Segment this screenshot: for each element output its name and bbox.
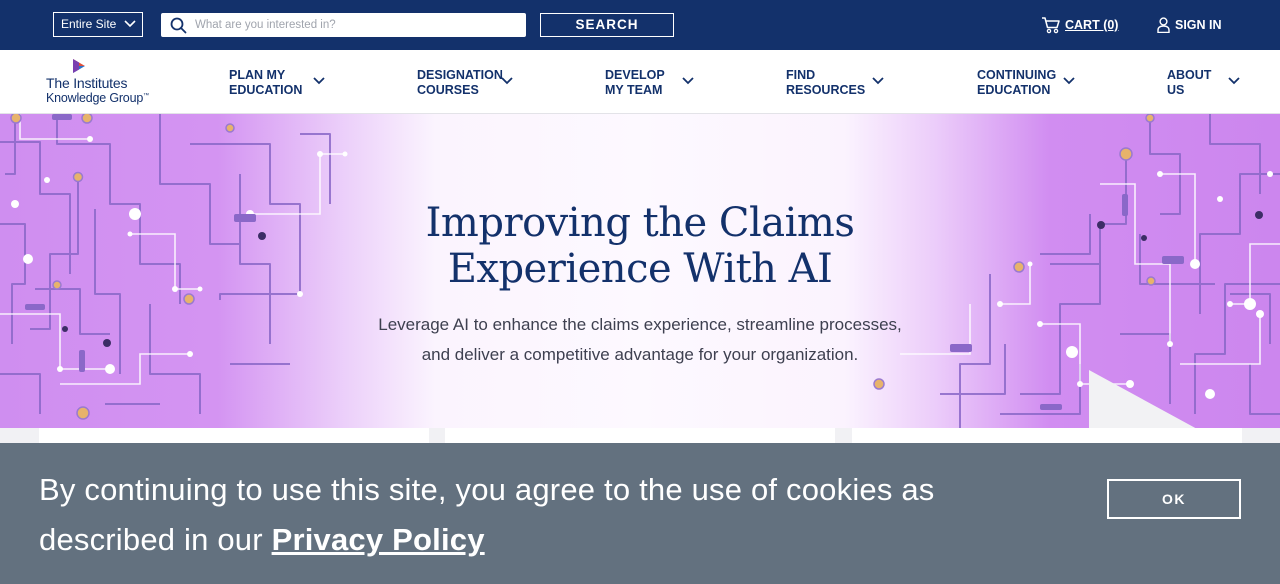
sign-in-link[interactable]: SIGN IN [1157, 15, 1222, 35]
logo-trademark: ™ [143, 92, 149, 99]
nav-find-resources[interactable]: FIND RESOURCES [786, 68, 884, 98]
chevron-down-icon [682, 77, 694, 85]
hero-banner: Improving the Claims Experience With AI … [0, 114, 1280, 428]
nav-label: PLAN MY EDUCATION [229, 68, 303, 97]
cookie-ok-button[interactable]: OK [1107, 479, 1241, 519]
search-icon[interactable] [170, 17, 187, 34]
cart-icon [1042, 17, 1060, 34]
chevron-down-icon [1228, 77, 1240, 85]
chevron-down-icon [313, 77, 325, 85]
nav-label: FIND RESOURCES [786, 68, 866, 97]
logo-mark-icon [73, 59, 85, 73]
chevron-down-icon [501, 77, 513, 85]
main-navigation: The Institutes Knowledge Group™ PLAN MY … [0, 50, 1280, 114]
site-logo[interactable]: The Institutes Knowledge Group™ [45, 58, 165, 108]
cookie-message: By continuing to use this site, you agre… [39, 465, 999, 565]
hero-title: Improving the Claims Experience With AI [425, 200, 855, 292]
logo-line-2: Knowledge Group™ [46, 91, 149, 105]
top-bar: Entire Site SEARCH CART (0) SIGN IN [0, 0, 1280, 50]
nav-label: CONTINUING EDUCATION [977, 68, 1057, 97]
chevron-down-icon [1063, 77, 1075, 85]
privacy-policy-link[interactable]: Privacy Policy [272, 522, 485, 557]
user-icon [1157, 17, 1170, 33]
cart-label: CART (0) [1065, 18, 1119, 32]
nav-about-us[interactable]: ABOUT US [1167, 68, 1240, 98]
nav-label: ABOUT US [1167, 68, 1212, 97]
nav-label: DEVELOP MY TEAM [605, 68, 665, 97]
nav-label: DESIGNATION COURSES [417, 68, 503, 97]
chevron-down-icon [872, 77, 884, 85]
logo-line-2-text: Knowledge Group [46, 91, 144, 105]
search-box [161, 13, 526, 37]
hero-corner-shape [1089, 370, 1196, 428]
cart-link[interactable]: CART (0) [1041, 15, 1118, 35]
logo-line-1: The Institutes [46, 75, 128, 91]
search-button[interactable]: SEARCH [540, 13, 674, 37]
sign-in-label: SIGN IN [1175, 18, 1222, 32]
cookie-message-text: By continuing to use this site, you agre… [39, 472, 935, 557]
site-scope-value: Entire Site [61, 17, 117, 31]
nav-continuing-education[interactable]: CONTINUING EDUCATION [977, 68, 1075, 98]
nav-designation-courses[interactable]: DESIGNATION COURSES [417, 68, 513, 98]
nav-develop-my-team[interactable]: DEVELOP MY TEAM [605, 68, 694, 98]
site-scope-select[interactable]: Entire Site [53, 12, 143, 37]
chevron-down-icon [124, 20, 136, 28]
cookie-consent-banner: By continuing to use this site, you agre… [0, 443, 1280, 584]
search-input[interactable] [195, 13, 520, 37]
nav-plan-my-education[interactable]: PLAN MY EDUCATION [229, 68, 325, 98]
hero-subtitle: Leverage AI to enhance the claims experi… [378, 315, 902, 364]
